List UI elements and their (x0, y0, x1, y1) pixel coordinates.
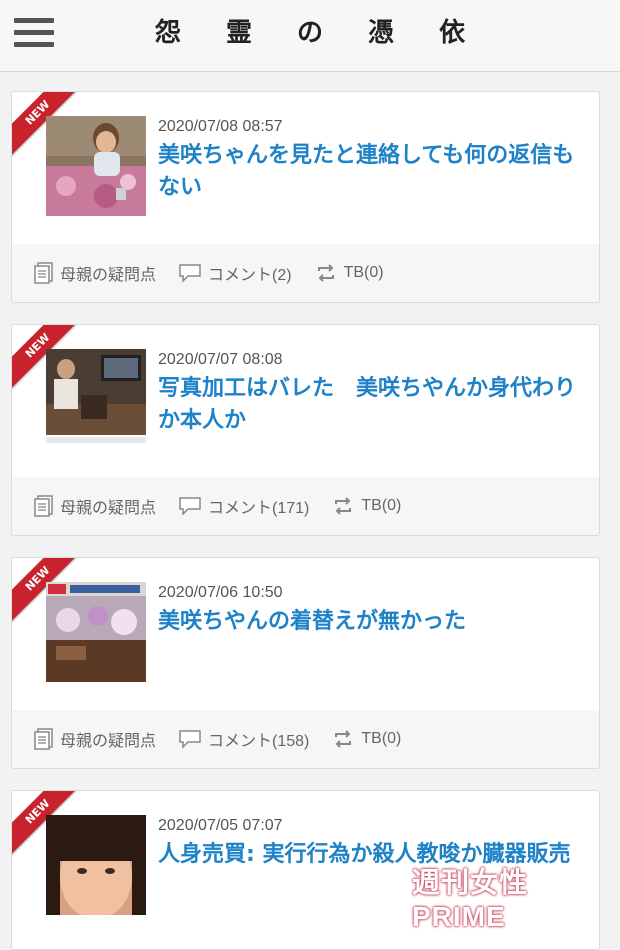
post-card: NEW 2020/07/06 10:50 美咲ちやんの着替えが無かった 母親の疑… (11, 557, 600, 769)
category-label: 母親の疑問点 (60, 731, 157, 750)
category-label: 母親の疑問点 (60, 265, 157, 284)
trackback-link[interactable]: TB(0) (331, 729, 401, 749)
site-title: 怨 霊 の 憑 依 (154, 18, 484, 48)
trackback-count: TB(0) (361, 730, 402, 747)
post-meta: 母親の疑問点 コメント(171) TB(0) (12, 477, 599, 535)
post-thumbnail[interactable] (46, 349, 146, 449)
post-date: 2020/07/06 10:50 (158, 584, 283, 601)
post-title-link[interactable]: 美咲ちやんの着替えが無かった (158, 606, 588, 638)
post-date: 2020/07/08 08:57 (158, 118, 283, 135)
post-meta: 母親の疑問点 コメント(158) TB(0) (12, 710, 599, 768)
app-header: 怨 霊 の 憑 依 (0, 0, 620, 72)
comment-count: コメント(158) (208, 733, 310, 750)
post-date: 2020/07/07 08:08 (158, 351, 283, 368)
category-link[interactable]: 母親の疑問点 (34, 727, 156, 751)
comment-count: コメント(171) (208, 500, 310, 517)
comment-count: コメント(2) (208, 267, 292, 284)
comment-icon (179, 497, 201, 516)
comments-link[interactable]: コメント(171) (178, 494, 309, 518)
trackback-icon (335, 730, 352, 748)
trackback-icon (317, 264, 334, 282)
comments-link[interactable]: コメント(2) (178, 261, 292, 285)
trackback-count: TB(0) (343, 264, 384, 281)
comment-icon (179, 264, 201, 283)
post-thumbnail[interactable] (46, 582, 146, 682)
post-card: NEW 2020/07/07 08:08 写真加工はバレた 美咲ちやんか身代わり… (11, 324, 600, 536)
trackback-link[interactable]: TB(0) (314, 263, 384, 283)
watermark-logo: 週刊女性PRIME (412, 867, 529, 932)
post-thumbnail[interactable] (46, 116, 146, 216)
post-title-link[interactable]: 写真加工はバレた 美咲ちやんか身代わりか本人か (158, 373, 588, 437)
category-icon (34, 495, 53, 517)
trackback-icon (335, 497, 352, 515)
post-date: 2020/07/05 07:07 (158, 817, 283, 834)
comment-icon (179, 730, 201, 749)
category-icon (34, 262, 53, 284)
post-card: NEW 2020/07/08 08:57 美咲ちゃんを見たと連絡しても何の返信も… (11, 91, 600, 303)
category-label: 母親の疑問点 (60, 498, 157, 517)
post-meta: 母親の疑問点 コメント(2) TB(0) (12, 244, 599, 302)
trackback-link[interactable]: TB(0) (331, 496, 401, 516)
trackback-count: TB(0) (361, 497, 402, 514)
category-icon (34, 728, 53, 750)
post-title-link[interactable]: 美咲ちゃんを見たと連絡しても何の返信もない (158, 140, 588, 204)
post-thumbnail[interactable] (46, 815, 146, 915)
comments-link[interactable]: コメント(158) (178, 727, 309, 751)
category-link[interactable]: 母親の疑問点 (34, 494, 156, 518)
category-link[interactable]: 母親の疑問点 (34, 261, 156, 285)
